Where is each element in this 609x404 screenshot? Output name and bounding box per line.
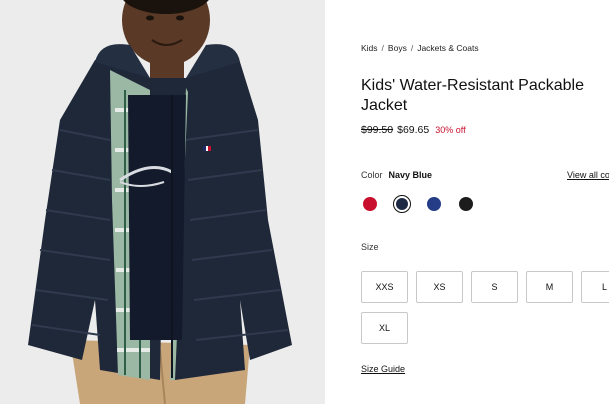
size-button-xs[interactable]: XS xyxy=(416,271,463,303)
price-row: $99.50 $69.65 30% off xyxy=(361,124,466,136)
breadcrumb-item-kids[interactable]: Kids xyxy=(361,43,378,53)
product-image[interactable] xyxy=(0,0,325,404)
swatch-dot xyxy=(396,198,408,210)
swatch-blue[interactable] xyxy=(425,195,443,213)
swatch-dot xyxy=(427,197,441,211)
swatch-dot xyxy=(363,197,377,211)
breadcrumb: Kids / Boys / Jackets & Coats xyxy=(361,43,479,53)
swatch-red[interactable] xyxy=(361,195,379,213)
size-guide-link[interactable]: Size Guide xyxy=(361,364,405,374)
product-photo xyxy=(0,0,325,404)
product-details: Kids / Boys / Jackets & Coats Kids' Wate… xyxy=(361,0,609,404)
sale-price: $69.65 xyxy=(397,124,430,136)
color-row: Color Navy Blue View all co xyxy=(361,170,609,180)
size-button-m[interactable]: M xyxy=(526,271,573,303)
breadcrumb-separator: / xyxy=(410,43,414,53)
breadcrumb-separator: / xyxy=(381,43,384,53)
swatch-dot xyxy=(459,197,473,211)
swatch-black[interactable] xyxy=(457,195,475,213)
view-all-colors-link[interactable]: View all co xyxy=(567,170,609,180)
size-button-xl[interactable]: XL xyxy=(361,312,408,344)
color-label: Color xyxy=(361,170,383,180)
breadcrumb-item-jackets-coats[interactable]: Jackets & Coats xyxy=(417,43,478,53)
swatch-navy[interactable] xyxy=(393,195,411,213)
discount-badge: 30% off xyxy=(435,125,466,135)
original-price: $99.50 xyxy=(361,124,394,136)
size-button-s[interactable]: S xyxy=(471,271,518,303)
product-title: Kids' Water-Resistant Packable Jacket xyxy=(361,77,584,114)
selected-color-name: Navy Blue xyxy=(388,170,433,180)
size-button-l[interactable]: L xyxy=(581,271,609,303)
size-button-xxs[interactable]: XXS xyxy=(361,271,408,303)
color-swatches xyxy=(361,195,475,213)
size-label: Size xyxy=(361,242,379,252)
breadcrumb-item-boys[interactable]: Boys xyxy=(388,43,407,53)
